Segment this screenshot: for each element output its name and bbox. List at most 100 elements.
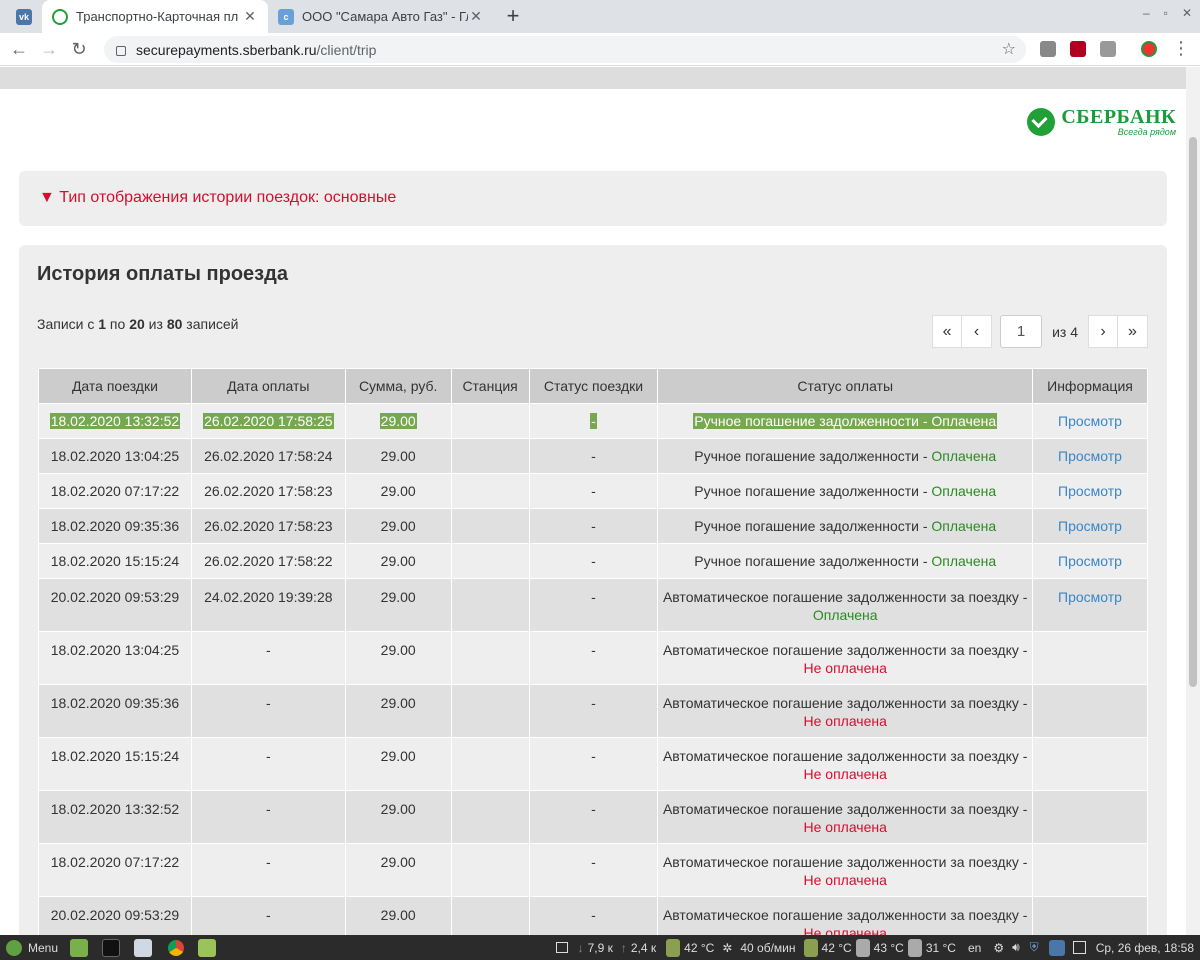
trip-date-cell: 18.02.2020 13:32:52 xyxy=(38,403,192,439)
records-from: 1 xyxy=(98,316,107,332)
sum-cell-text: 29.00 xyxy=(380,553,416,569)
pay-type-text: Автоматическое погашение задолженности з… xyxy=(662,854,1028,870)
view-link[interactable]: Просмотр xyxy=(1058,518,1122,534)
sum-cell-text: 29.00 xyxy=(380,518,416,534)
sum-cell: 29.00 xyxy=(344,508,452,544)
scrollbar-thumb[interactable] xyxy=(1189,137,1197,687)
station-cell xyxy=(450,473,530,509)
start-menu-label: Menu xyxy=(28,940,59,955)
tab-vk[interactable]: vk xyxy=(6,0,42,33)
station-cell xyxy=(450,843,530,897)
close-window-icon[interactable]: ✕ xyxy=(1182,6,1192,20)
extension-adblock-icon[interactable] xyxy=(1070,41,1086,57)
view-link[interactable]: Просмотр xyxy=(1058,448,1122,464)
trip-status-cell: - xyxy=(528,438,659,474)
column-header[interactable]: Информация xyxy=(1031,368,1149,404)
menu-dots-icon[interactable]: ⋮ xyxy=(1172,38,1190,59)
reload-icon[interactable]: ↻ xyxy=(66,37,92,61)
extension-shield-icon[interactable] xyxy=(1040,41,1056,57)
logo-name: СБЕРБАНК xyxy=(1061,106,1176,128)
trip-date-cell: 18.02.2020 15:15:24 xyxy=(38,543,192,579)
close-icon[interactable]: ✕ xyxy=(242,8,258,25)
column-header[interactable]: Дата оплаты xyxy=(190,368,346,404)
view-link[interactable]: Просмотр xyxy=(1058,589,1122,605)
column-header[interactable]: Станция xyxy=(450,368,530,404)
trip-date-cell-text: 18.02.2020 07:17:22 xyxy=(50,854,180,870)
station-cell xyxy=(450,578,530,632)
pay-date-cell-text: - xyxy=(265,748,271,764)
profile-avatar[interactable] xyxy=(1141,41,1157,57)
column-header[interactable]: Статус поездки xyxy=(528,368,659,404)
keyboard-layout[interactable]: en xyxy=(968,941,981,955)
trip-date-cell-text: 18.02.2020 15:15:24 xyxy=(50,553,180,569)
tab-sberbank[interactable]: Транспортно-Карточная пл ✕ xyxy=(42,0,268,33)
display-type-toggle[interactable]: ▼ Тип отображения истории поездок: основ… xyxy=(39,189,396,207)
pay-status-text: Оплачена xyxy=(931,553,997,569)
close-icon[interactable]: ✕ xyxy=(468,8,484,25)
records-info: Записи с 1 по 20 из 80 записей xyxy=(37,316,239,332)
page-scrollbar[interactable] xyxy=(1186,67,1200,935)
trip-status-cell: - xyxy=(528,543,659,579)
cpu-temp-icon xyxy=(666,938,681,957)
clipboard-icon[interactable] xyxy=(1072,941,1086,954)
extension-lock-icon[interactable] xyxy=(1100,41,1116,57)
trip-date-cell: 18.02.2020 07:17:22 xyxy=(38,843,192,897)
view-link[interactable]: Просмотр xyxy=(1058,483,1122,499)
display-icon[interactable] xyxy=(555,942,568,953)
column-header[interactable]: Дата поездки xyxy=(38,368,192,404)
chrome-icon[interactable] xyxy=(168,939,185,956)
trip-date-cell: 18.02.2020 07:17:22 xyxy=(38,473,192,509)
prev-page-button[interactable]: ‹ xyxy=(962,315,993,348)
column-header[interactable]: Статус оплаты xyxy=(657,368,1033,404)
trip-date-cell: 20.02.2020 09:53:29 xyxy=(38,578,192,632)
terminal-icon[interactable] xyxy=(102,938,121,957)
column-header[interactable]: Сумма, руб. xyxy=(344,368,452,404)
files-icon[interactable] xyxy=(70,938,89,957)
pay-status-text: Не оплачена xyxy=(803,872,887,888)
back-arrow-icon[interactable]: ← xyxy=(6,37,32,61)
pay-type-text: Автоматическое погашение задолженности з… xyxy=(662,748,1028,764)
pay-date-cell: 26.02.2020 17:58:23 xyxy=(190,508,346,544)
view-link[interactable]: Просмотр xyxy=(1058,413,1122,429)
trip-date-cell: 18.02.2020 09:35:36 xyxy=(38,508,192,544)
station-cell xyxy=(450,896,530,935)
restore-icon[interactable]: ▫ xyxy=(1164,6,1168,20)
last-page-button[interactable]: » xyxy=(1118,315,1148,348)
sum-cell-text: 29.00 xyxy=(380,854,416,870)
pay-type-text: Ручное погашение задолженности - xyxy=(694,553,932,569)
start-menu-button[interactable]: Menu xyxy=(6,939,59,956)
display-type-panel: ▼ Тип отображения истории поездок: основ… xyxy=(19,171,1167,226)
records-suffix: записей xyxy=(182,316,239,332)
pay-date-cell-text: - xyxy=(265,854,271,870)
new-tab-button[interactable]: + xyxy=(500,4,526,30)
upload-icon: ↑ xyxy=(620,940,627,955)
app-icon[interactable] xyxy=(134,938,153,957)
pay-status-cell: Автоматическое погашение задолженности з… xyxy=(657,631,1033,685)
pay-status-wrap: Автоматическое погашение задолженности з… xyxy=(663,642,1027,676)
monitor-icon[interactable] xyxy=(198,938,217,957)
vk-tray-icon[interactable] xyxy=(1048,939,1065,956)
first-page-button[interactable]: « xyxy=(932,315,963,348)
pay-status-text: Оплачена xyxy=(931,483,997,499)
minimize-icon[interactable]: – xyxy=(1143,6,1150,20)
pay-date-cell-text: - xyxy=(265,642,271,658)
clock[interactable]: Ср, 26 фев, 18:58 xyxy=(1096,941,1194,955)
view-link[interactable]: Просмотр xyxy=(1058,553,1122,569)
lock-icon xyxy=(116,45,126,56)
forward-arrow-icon[interactable]: → xyxy=(36,37,62,61)
pay-status-wrap: Автоматическое погашение задолженности з… xyxy=(663,907,1027,935)
star-icon[interactable]: ☆ xyxy=(1002,39,1016,59)
next-page-button[interactable]: › xyxy=(1088,315,1118,348)
trip-date-cell-text: 20.02.2020 09:53:29 xyxy=(50,907,180,923)
volume-icon[interactable]: 🔊︎ xyxy=(1012,940,1020,955)
taskbar: Menu ↓ 7,9 к ↑ 2,4 к 42 °C ✲ 40 об/мин 4… xyxy=(0,935,1200,960)
address-bar[interactable]: securepayments.sberbank.ru/client/trip ☆ xyxy=(104,36,1026,63)
tab-autogas[interactable]: c ООО "Самара Авто Газ" - Гла ✕ xyxy=(268,0,494,33)
sum-cell: 29.00 xyxy=(344,578,452,632)
net-up: 2,4 к xyxy=(630,940,657,955)
page-number-input[interactable]: 1 xyxy=(1000,315,1043,348)
network-icon[interactable]: ⚙ xyxy=(993,941,1004,955)
table-row: 18.02.2020 07:17:22 26.02.2020 17:58:23 29… xyxy=(38,473,1149,509)
shield-icon[interactable]: ⛨ xyxy=(1030,940,1039,955)
trip-status-cell: - xyxy=(528,508,659,544)
